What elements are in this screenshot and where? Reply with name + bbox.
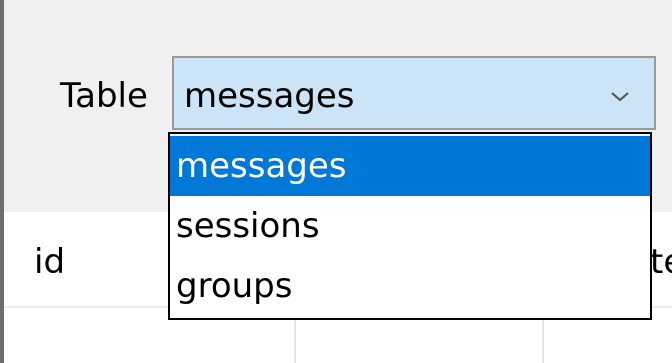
app-window: Table messages id te messages sessions g… bbox=[0, 0, 672, 363]
option-groups[interactable]: groups bbox=[170, 256, 650, 316]
table-select[interactable]: messages bbox=[172, 56, 656, 130]
table-select-dropdown: messages sessions groups bbox=[168, 132, 652, 320]
table-label: Table bbox=[60, 76, 148, 116]
table-select-value: messages bbox=[184, 76, 355, 116]
column-header-partial[interactable]: te bbox=[650, 242, 672, 282]
option-messages[interactable]: messages bbox=[170, 136, 650, 196]
option-sessions[interactable]: sessions bbox=[170, 196, 650, 256]
chevron-down-icon[interactable] bbox=[608, 84, 632, 108]
column-header-id[interactable]: id bbox=[34, 242, 65, 282]
